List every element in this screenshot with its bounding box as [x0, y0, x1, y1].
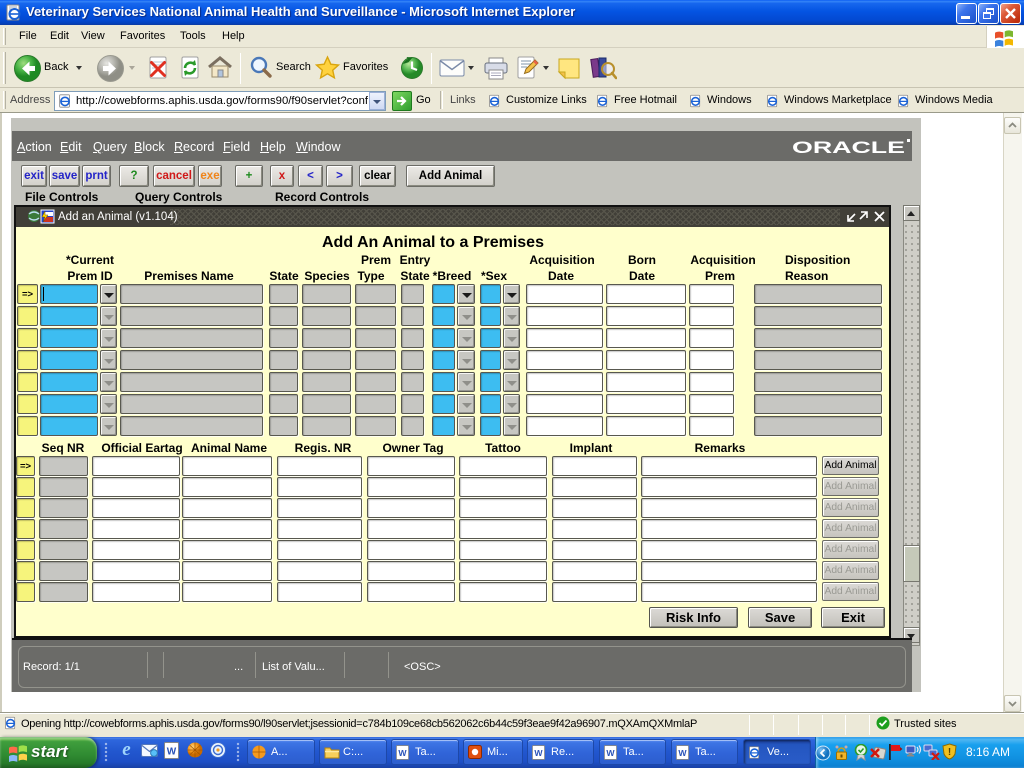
svg-text:W: W [606, 748, 615, 758]
svg-text:!: ! [948, 747, 951, 758]
svg-text:W: W [167, 747, 177, 758]
svg-text:W: W [678, 748, 687, 758]
svg-text:ORACLE: ORACLE [792, 139, 905, 157]
svg-text:W: W [398, 748, 407, 758]
svg-text:W: W [534, 748, 543, 758]
